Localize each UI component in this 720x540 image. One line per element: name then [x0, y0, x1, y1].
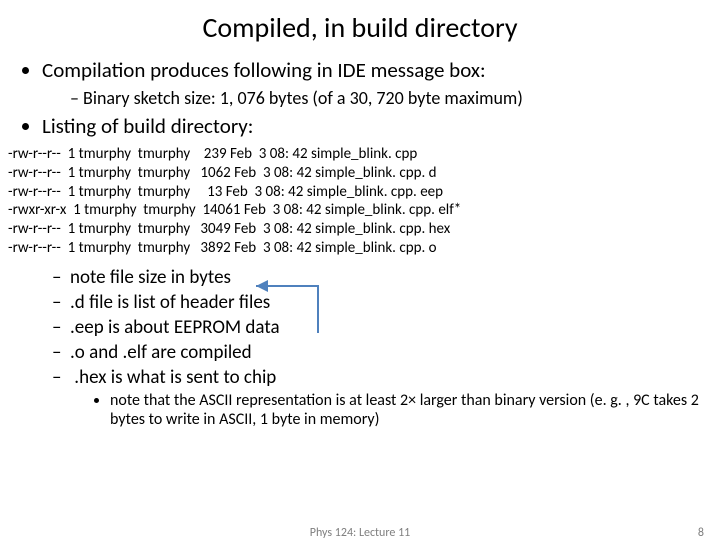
slide: Compiled, in build directory Compilation… [0, 10, 720, 540]
bullet-list: Compilation produces following in IDE me… [42, 57, 720, 139]
note-hex-text: .hex is what is sent to chip [74, 366, 276, 389]
listing-line: -rw-r--r-- 1 tmurphy tmurphy 3892 Feb 3 … [8, 239, 437, 257]
note-hex: .hex is what is sent to chip note that t… [70, 366, 720, 429]
slide-title: Compiled, in build directory [0, 10, 720, 45]
notes-list: note file size in bytes .d file is list … [70, 266, 720, 429]
listing-line: -rwxr-xr-x 1 tmurphy tmurphy 14061 Feb 3… [8, 201, 461, 219]
listing-line: -rw-r--r-- 1 tmurphy tmurphy 3049 Feb 3 … [8, 220, 450, 238]
bullet-compilation: Compilation produces following in IDE me… [42, 57, 720, 109]
sub-notes-list: note that the ASCII representation is at… [110, 391, 720, 429]
note-o-elf: .o and .elf are compiled [70, 341, 720, 364]
sub-bullet-list: Binary sketch size: 1, 076 bytes (of a 3… [70, 87, 720, 109]
note-d-file: .d file is list of header files [70, 291, 720, 314]
footer-center: Phys 124: Lecture 11 [0, 526, 720, 540]
note-filesize: note file size in bytes [70, 266, 720, 289]
listing-line: -rw-r--r-- 1 tmurphy tmurphy 1062 Feb 3 … [8, 164, 437, 182]
bullet-listing: Listing of build directory: [42, 113, 720, 139]
note-ascii: note that the ASCII representation is at… [110, 391, 720, 429]
page-number: 8 [698, 526, 704, 540]
bullet-text: Compilation produces following in IDE me… [42, 57, 486, 83]
bullet-binary-size: Binary sketch size: 1, 076 bytes (of a 3… [70, 87, 720, 109]
directory-listing: -rw-r--r-- 1 tmurphy tmurphy 239 Feb 3 0… [8, 145, 720, 258]
listing-line: -rw-r--r-- 1 tmurphy tmurphy 13 Feb 3 08… [8, 183, 443, 201]
listing-line: -rw-r--r-- 1 tmurphy tmurphy 239 Feb 3 0… [8, 145, 417, 163]
note-eep: .eep is about EEPROM data [70, 316, 720, 339]
